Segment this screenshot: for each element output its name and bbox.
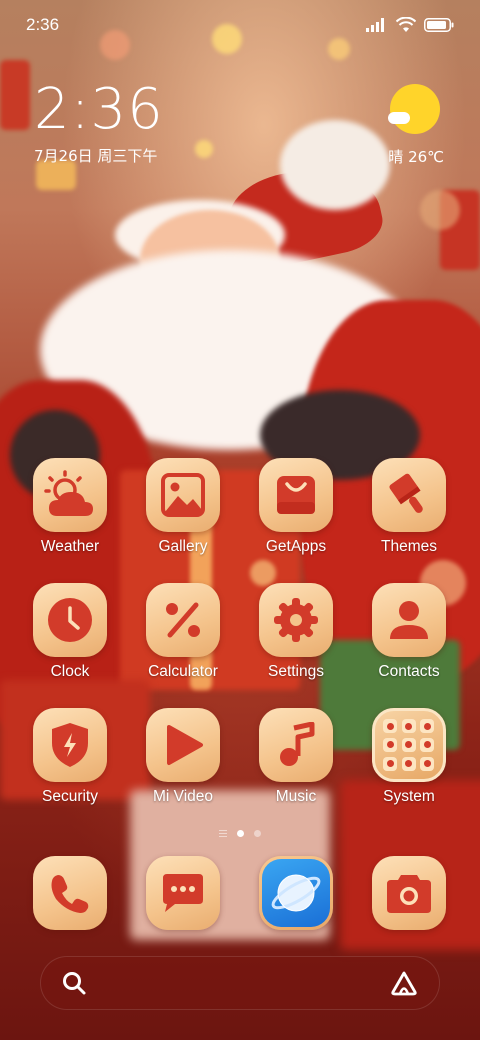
app-gallery[interactable]: Gallery: [135, 458, 231, 556]
dock-camera[interactable]: [361, 856, 457, 930]
app-calculator[interactable]: Calculator: [135, 583, 231, 681]
app-label: Mi Video: [152, 788, 214, 805]
folder-mini-icon: [420, 756, 435, 771]
page-dot[interactable]: [254, 830, 261, 837]
settings-gear-icon: [259, 583, 333, 657]
play-icon: [146, 708, 220, 782]
themes-brush-icon: [372, 458, 446, 532]
folder-mini-icon: [401, 737, 416, 752]
app-label: Weather: [40, 538, 100, 555]
sunny-cloud-icon: [388, 84, 440, 134]
browser-planet-icon: [259, 856, 333, 930]
security-shield-icon: [33, 708, 107, 782]
app-security[interactable]: Security: [22, 708, 118, 806]
folder-mini-icon: [401, 756, 416, 771]
gallery-icon: [146, 458, 220, 532]
weather-icon: [33, 458, 107, 532]
clock-date: 7月26日 周三下午: [34, 147, 158, 165]
app-label: Clock: [50, 663, 90, 680]
music-note-icon: [259, 708, 333, 782]
app-getapps[interactable]: GetApps: [248, 458, 344, 556]
battery-icon: [424, 18, 454, 32]
folder-mini-icon: [420, 719, 435, 734]
search-icon[interactable]: [61, 970, 87, 996]
assistant-icon[interactable]: [389, 970, 419, 996]
dock-phone[interactable]: [22, 856, 118, 930]
app-music[interactable]: Music: [248, 708, 344, 806]
dock-browser[interactable]: [248, 856, 344, 930]
app-mi-video[interactable]: Mi Video: [135, 708, 231, 806]
app-label: Settings: [267, 663, 324, 680]
app-label: Security: [42, 788, 98, 805]
app-label: Themes: [381, 538, 437, 555]
folder-mini-icon: [383, 737, 397, 752]
status-bar: 2:36: [0, 0, 480, 50]
status-icons: [366, 17, 454, 33]
folder-mini-icon: [383, 719, 397, 734]
contacts-person-icon: [372, 583, 446, 657]
app-label: Calculator: [148, 663, 218, 680]
phone-icon: [33, 856, 107, 930]
signal-icon: [366, 18, 384, 32]
calculator-percent-icon: [146, 583, 220, 657]
wifi-icon: [396, 17, 416, 32]
app-system-folder[interactable]: System: [361, 708, 457, 806]
folder-mini-icon: [420, 737, 435, 752]
getapps-bag-icon: [259, 458, 333, 532]
clock-widget[interactable]: 2:36 7月26日 周三下午: [34, 80, 164, 166]
clock-time: 2:36: [34, 77, 164, 142]
camera-icon: [372, 856, 446, 930]
folder-mini-icon: [401, 719, 416, 734]
messages-icon: [146, 856, 220, 930]
app-clock[interactable]: Clock: [22, 583, 118, 681]
app-label: Contacts: [378, 663, 440, 680]
app-themes[interactable]: Themes: [361, 458, 457, 556]
app-label: System: [383, 788, 435, 805]
app-label: Gallery: [158, 538, 208, 555]
folder-mini-icon: [383, 756, 397, 771]
weather-widget[interactable]: 晴 26℃: [388, 84, 444, 167]
app-label: GetApps: [265, 538, 327, 555]
dock-messages[interactable]: [135, 856, 231, 930]
status-time: 2:36: [26, 15, 60, 34]
app-weather[interactable]: Weather: [22, 458, 118, 556]
weather-text: 晴 26℃: [388, 148, 444, 166]
feed-page-icon[interactable]: [219, 830, 227, 837]
page-indicator[interactable]: [0, 830, 480, 837]
search-bar[interactable]: [40, 956, 440, 1010]
page-dot-active[interactable]: [237, 830, 244, 837]
app-contacts[interactable]: Contacts: [361, 583, 457, 681]
app-settings[interactable]: Settings: [248, 583, 344, 681]
app-label: Music: [275, 788, 317, 805]
folder-icon: [372, 708, 446, 782]
clock-icon: [33, 583, 107, 657]
